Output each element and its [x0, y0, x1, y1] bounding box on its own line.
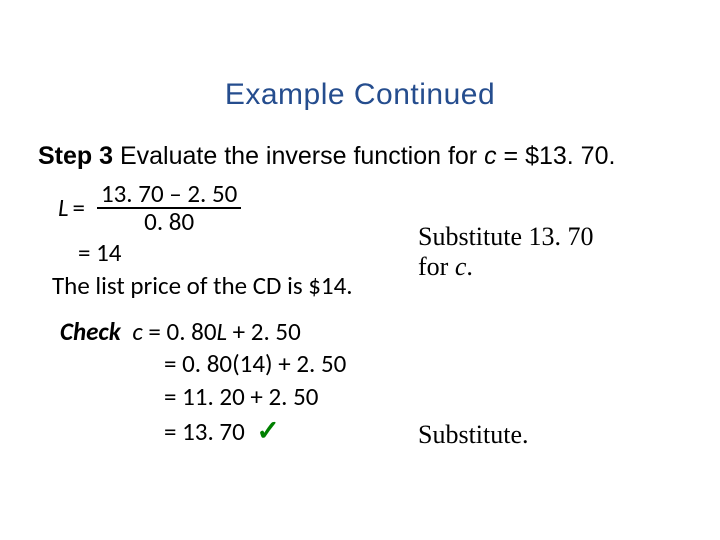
lvar: L	[58, 192, 69, 223]
step-var-c: c	[484, 142, 497, 170]
check-label: Check	[60, 316, 121, 347]
check-line-2: = 0. 80(14) + 2. 50	[60, 348, 690, 381]
check-l1-post: + 2. 50	[227, 316, 301, 347]
step-label: Step 3	[38, 142, 113, 170]
check-l1-mid: = 0. 80	[143, 316, 217, 347]
check-line-1: Check c = 0. 80L + 2. 50	[60, 316, 690, 349]
fraction: 13. 70 – 2. 50 0. 80	[97, 181, 241, 236]
note1-line2a: for	[418, 252, 455, 281]
check-block: Check c = 0. 80L + 2. 50 = 0. 80(14) + 2…	[38, 316, 690, 450]
check-icon: ✓	[256, 415, 279, 446]
slide: Example Continued Step 3 Evaluate the in…	[0, 0, 720, 540]
slide-title: Example Continued	[0, 0, 720, 140]
note1-line1: Substitute 13. 70	[418, 222, 594, 251]
check-var-c: c	[132, 316, 142, 347]
equals-sign: =	[73, 192, 85, 223]
note-substitute: Substitute.	[418, 420, 529, 450]
step-line: Step 3 Evaluate the inverse function for…	[38, 140, 690, 173]
check-line-4: = 13. 70 ✓	[60, 413, 690, 449]
slide-body: Step 3 Evaluate the inverse function for…	[0, 140, 720, 449]
note1-var-c: c	[455, 252, 467, 281]
note1-line2b: .	[466, 252, 473, 281]
fraction-denominator: 0. 80	[144, 209, 194, 235]
check-line-3: = 11. 20 + 2. 50	[60, 381, 690, 414]
note-substitute-value: Substitute 13. 70 for c.	[418, 222, 594, 282]
fraction-numerator: 13. 70 – 2. 50	[97, 181, 241, 209]
step-text-before: Evaluate the inverse function for	[113, 142, 484, 170]
check-line-4-text: = 13. 70	[164, 416, 245, 447]
step-text-after: = $13. 70.	[497, 142, 616, 170]
check-var-l: L	[217, 316, 228, 347]
